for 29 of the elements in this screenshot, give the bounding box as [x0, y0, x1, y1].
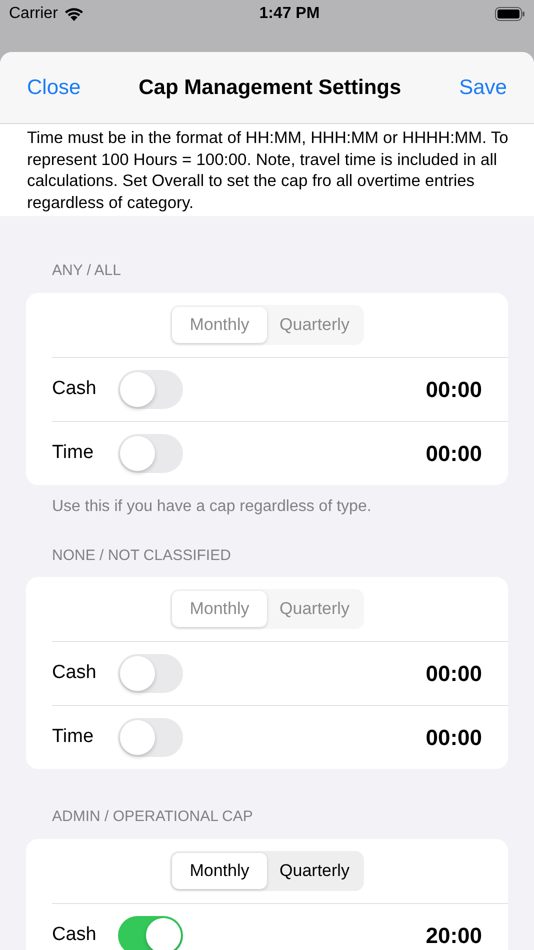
- section-header: ANY / ALL: [51, 261, 122, 281]
- save-button[interactable]: Save: [459, 72, 507, 104]
- description-text: Time must be in the format of HH:MM, HHH:MM or HHHH:MM. To represent 100 Hours = 100:00. Note, travel time is included in all calculations. Set Overall to set the cap fro all overtime entries regardless of category.: [27, 128, 510, 214]
- row-label: Cash: [52, 661, 98, 686]
- cap-value: 00:00: [426, 724, 482, 752]
- toggle-switch[interactable]: [118, 916, 183, 950]
- segment-tab[interactable]: Quarterly: [267, 852, 362, 888]
- toggle-switch[interactable]: [118, 370, 183, 408]
- row-label: Time: [52, 725, 95, 750]
- segment-tab[interactable]: Monthly: [172, 852, 267, 888]
- toggle-switch[interactable]: [118, 434, 183, 472]
- battery-icon: [494, 7, 525, 21]
- sheet-title: Cap Management Settings: [138, 74, 402, 101]
- section-header: ADMIN / OPERATIONAL CAP: [51, 807, 254, 827]
- clock: 1:47 PM: [259, 4, 320, 24]
- cap-value: 00:00: [426, 440, 482, 468]
- row-label: Time: [52, 440, 95, 465]
- toggle-switch[interactable]: [118, 654, 183, 693]
- row-label: Cash: [52, 922, 98, 947]
- section-footer: Use this if you have a cap regardless of type.: [0, 494, 534, 518]
- row-label: Cash: [52, 376, 98, 401]
- section-header: NONE / NOT CLASSIFIED: [51, 546, 232, 566]
- cap-value: 00:00: [426, 660, 482, 688]
- toggle-switch[interactable]: [118, 718, 183, 757]
- cap-value: 00:00: [426, 376, 482, 404]
- cap-value: 20:00: [426, 922, 482, 950]
- close-button[interactable]: Close: [27, 72, 81, 104]
- carrier-label: Carrier: [9, 4, 58, 24]
- wifi-icon: [64, 6, 84, 22]
